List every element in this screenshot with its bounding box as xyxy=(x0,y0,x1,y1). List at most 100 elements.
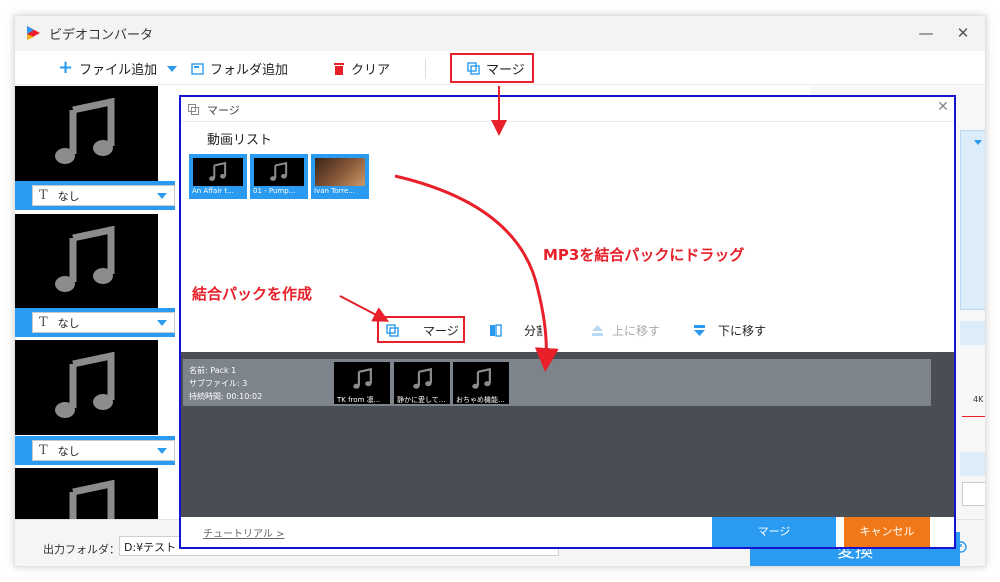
subtitle-select-field[interactable]: T なし xyxy=(32,312,175,333)
pack-item[interactable]: TK from 凛... xyxy=(333,361,391,405)
video-name: 01 - Pump... xyxy=(253,187,296,195)
subtitle-value: なし xyxy=(57,189,80,203)
split-icon xyxy=(490,324,502,337)
resolution-slider-track[interactable] xyxy=(962,416,985,417)
merge-icon xyxy=(386,324,399,337)
add-file-button[interactable]: + ファイル追加 xyxy=(58,57,158,78)
dialog-footer: チュートリアル > マージ キャンセル xyxy=(181,517,954,547)
merge-icon xyxy=(467,61,480,75)
create-pack-merge-button[interactable]: マージ xyxy=(386,322,459,339)
add-folder-label: フォルダ追加 xyxy=(210,62,289,78)
music-note-icon xyxy=(209,161,227,181)
dialog-title: マージ xyxy=(207,104,240,117)
pack-item[interactable]: 静かに愛して... xyxy=(393,361,451,405)
app-logo-icon xyxy=(27,26,40,40)
music-note-icon xyxy=(472,367,491,389)
close-button[interactable]: ✕ xyxy=(950,22,976,44)
pack-item-name: おちゃめ機能... xyxy=(456,396,505,404)
music-note-icon xyxy=(55,352,115,418)
split-label: 分割 xyxy=(524,324,549,338)
toolbar-divider xyxy=(425,59,426,79)
video-name: An Affair t... xyxy=(192,187,234,195)
music-note-icon xyxy=(55,226,115,292)
settings-field[interactable] xyxy=(962,482,985,506)
pack-duration: 持続時間: 00:10:02 xyxy=(189,392,263,401)
trash-icon xyxy=(334,62,344,75)
subtitle-value: なし xyxy=(57,444,80,458)
pack-name: 名前: Pack 1 xyxy=(189,366,237,375)
move-up-label: 上に移す xyxy=(612,324,661,338)
clear-button[interactable]: クリア xyxy=(333,59,391,78)
video-thumbnail xyxy=(193,158,243,186)
add-file-dropdown-icon[interactable] xyxy=(167,66,177,72)
video-artwork-image xyxy=(315,158,365,186)
music-note-icon xyxy=(270,161,288,181)
move-down-button[interactable]: 下に移す xyxy=(693,322,766,339)
add-folder-button[interactable]: フォルダ追加 xyxy=(191,59,289,78)
chevron-down-icon xyxy=(157,192,167,199)
add-file-label: ファイル追加 xyxy=(79,62,158,78)
file-thumbnail[interactable] xyxy=(15,214,158,309)
pack-item-name: TK from 凛... xyxy=(337,396,381,404)
music-note-icon xyxy=(353,367,372,389)
subtitle-select-field[interactable]: T なし xyxy=(32,185,175,206)
move-down-label: 下に移す xyxy=(718,324,767,338)
video-list-item[interactable]: Ivan Torre... xyxy=(311,154,369,199)
video-name: Ivan Torre... xyxy=(314,187,355,195)
music-note-icon xyxy=(413,367,432,389)
folder-icon xyxy=(191,62,204,75)
tutorial-link[interactable]: チュートリアル > xyxy=(203,525,284,540)
create-pack-merge-label: マージ xyxy=(423,324,459,338)
create-pack-annotation: 結合パックを作成 xyxy=(192,285,313,303)
text-icon: T xyxy=(39,315,48,330)
video-list-label: 動画リスト xyxy=(207,133,273,148)
subtitle-select[interactable]: T なし xyxy=(15,436,175,465)
chevron-down-icon xyxy=(974,140,982,145)
pack-item[interactable]: おちゃめ機能... xyxy=(452,361,510,405)
dialog-title-bar: マージ ✕ xyxy=(181,97,954,122)
file-list: T なし T なし T なし xyxy=(15,86,175,536)
resolution-tick-label: 4K xyxy=(973,395,984,404)
music-note-icon xyxy=(55,98,115,164)
video-list-item[interactable]: An Affair t... xyxy=(189,154,247,199)
subtitle-value: なし xyxy=(57,316,80,330)
dialog-close-button[interactable]: ✕ xyxy=(935,99,951,115)
output-format-card[interactable] xyxy=(960,130,985,310)
merge-toolbar-button[interactable]: マージ xyxy=(467,59,525,78)
video-thumbnail xyxy=(254,158,304,186)
move-down-icon xyxy=(694,325,705,336)
toolbar: + ファイル追加 フォルダ追加 クリア マージ xyxy=(15,51,985,85)
minimize-button[interactable]: — xyxy=(913,22,939,44)
text-icon: T xyxy=(39,443,48,458)
move-up-button[interactable]: 上に移す xyxy=(591,322,660,339)
dialog-cancel-button[interactable]: キャンセル xyxy=(844,517,930,547)
chevron-down-icon xyxy=(157,447,167,454)
video-list-item[interactable]: 01 - Pump... xyxy=(250,154,308,199)
subtitle-select[interactable]: T なし xyxy=(15,181,175,210)
subtitle-select[interactable]: T なし xyxy=(15,308,175,337)
drag-hint-annotation: MP3を結合パックにドラッグ xyxy=(543,246,745,264)
merge-pack[interactable]: 名前: Pack 1 サブファイル: 3 持続時間: 00:10:02 TK f… xyxy=(183,359,931,406)
settings-row[interactable] xyxy=(960,321,985,345)
merge-pack-area: 名前: Pack 1 サブファイル: 3 持続時間: 00:10:02 TK f… xyxy=(181,352,954,517)
text-icon: T xyxy=(39,188,48,203)
pack-item-name: 静かに愛して... xyxy=(397,396,446,404)
dialog-merge-button[interactable]: マージ xyxy=(712,517,836,547)
plus-icon: + xyxy=(58,57,74,78)
clear-label: クリア xyxy=(351,62,391,78)
settings-row[interactable] xyxy=(960,452,985,476)
split-button[interactable]: 分割 xyxy=(489,322,548,339)
merge-dialog: マージ ✕ 動画リスト An Affair t... 01 - Pump... … xyxy=(179,95,956,549)
subtitle-select-field[interactable]: T なし xyxy=(32,440,175,461)
app-title: ビデオコンバータ xyxy=(49,28,154,43)
file-thumbnail[interactable] xyxy=(15,86,158,181)
merge-icon xyxy=(188,104,199,115)
chevron-down-icon xyxy=(157,319,167,326)
title-bar: ビデオコンバータ — ✕ xyxy=(15,16,985,51)
merge-toolbar-label: マージ xyxy=(486,62,525,78)
file-thumbnail[interactable] xyxy=(15,468,158,536)
file-thumbnail[interactable] xyxy=(15,340,158,435)
pack-subfile-count: サブファイル: 3 xyxy=(189,379,248,388)
move-up-icon xyxy=(592,325,603,336)
output-folder-label: 出力フォルダ： xyxy=(43,543,120,556)
